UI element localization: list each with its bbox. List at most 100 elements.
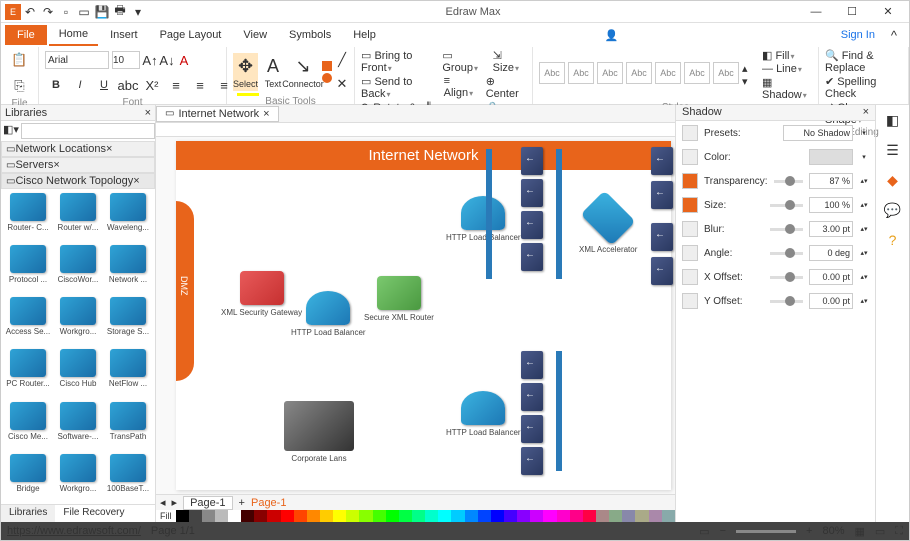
library-item[interactable]: Bridge: [5, 454, 51, 500]
doc-close-icon[interactable]: ×: [263, 108, 269, 120]
page-tab-1b[interactable]: Page-1: [251, 497, 286, 509]
save-icon[interactable]: 💾: [93, 3, 111, 21]
text-tool[interactable]: AText: [262, 53, 284, 91]
library-item[interactable]: Access Se...: [5, 297, 51, 343]
redo-icon[interactable]: ↷: [39, 3, 57, 21]
page-tab-1[interactable]: Page-1: [183, 496, 232, 510]
tool-theme-icon[interactable]: ◆: [882, 169, 904, 191]
library-item[interactable]: Protocol ...: [5, 245, 51, 291]
spell-button[interactable]: ✔ Spelling Check: [825, 75, 902, 100]
library-search-input[interactable]: [21, 123, 155, 139]
library-item[interactable]: TransPath: [105, 402, 151, 448]
yoffset-slider[interactable]: [770, 300, 803, 303]
view-mode-2-icon[interactable]: ▭: [875, 525, 885, 538]
group-button[interactable]: ▭ Group▾: [442, 49, 484, 74]
angle-icon[interactable]: [682, 245, 698, 261]
sendback-button[interactable]: ▭ Send to Back▾: [361, 75, 436, 100]
bringfront-button[interactable]: ▭ Bring to Front▾: [361, 49, 434, 74]
style-7[interactable]: Abc: [713, 62, 739, 84]
view-mode-3-icon[interactable]: ⛶: [895, 525, 903, 538]
node-http-lb-3[interactable]: HTTP Load Balancer: [446, 391, 521, 437]
node-xml-security-gateway[interactable]: XML Security Gateway: [221, 271, 302, 317]
shadow-button[interactable]: ▦ Shadow▾: [762, 76, 812, 101]
font-color-icon[interactable]: A: [177, 49, 191, 71]
zoom-in-icon[interactable]: +: [806, 525, 812, 537]
category-cisco-topology[interactable]: ▭ Cisco Network Topology×: [1, 173, 155, 189]
style-scroll[interactable]: ▴▾: [742, 62, 754, 88]
pagelayout-menu[interactable]: Page Layout: [150, 25, 232, 45]
node-corporate-lans[interactable]: Corporate Lans: [284, 401, 354, 463]
server-c3[interactable]: [521, 415, 543, 443]
print-icon[interactable]: 🖶: [111, 3, 129, 21]
xoffset-input[interactable]: [809, 269, 853, 285]
server-c4[interactable]: [521, 447, 543, 475]
status-fit-icon[interactable]: ▭: [699, 525, 709, 538]
style-4[interactable]: Abc: [626, 62, 652, 84]
increase-font-icon[interactable]: A↑: [143, 49, 157, 71]
open-icon[interactable]: ▭: [75, 3, 93, 21]
qat-dropdown-icon[interactable]: ▾: [129, 3, 147, 21]
node-xml-accelerator[interactable]: XML Accelerator: [579, 201, 637, 254]
blur-slider[interactable]: [770, 228, 803, 231]
font-family-select[interactable]: [45, 51, 109, 69]
minimize-button[interactable]: ―: [799, 1, 833, 23]
yoffset-icon[interactable]: [682, 293, 698, 309]
library-item[interactable]: NetFlow ...: [105, 349, 151, 395]
library-item[interactable]: Software-...: [55, 402, 101, 448]
strike-icon[interactable]: abc: [117, 74, 139, 96]
shape-circle-icon[interactable]: [322, 73, 332, 83]
new-icon[interactable]: ▫: [57, 3, 75, 21]
tool-prop-icon[interactable]: ◧: [882, 109, 904, 131]
file-menu[interactable]: File: [5, 25, 47, 45]
shape-line-icon[interactable]: ╱: [336, 49, 348, 71]
library-item[interactable]: Storage S...: [105, 297, 151, 343]
blur-icon[interactable]: [682, 221, 698, 237]
tool-comment-icon[interactable]: 💬: [882, 199, 904, 221]
find-button[interactable]: 🔍 Find & Replace: [825, 49, 902, 74]
font-size-select[interactable]: [112, 51, 140, 69]
transparency-icon[interactable]: [682, 173, 698, 189]
view-menu[interactable]: View: [233, 25, 277, 45]
color-icon[interactable]: [682, 149, 698, 165]
help-menu[interactable]: Help: [343, 25, 386, 45]
add-page-icon[interactable]: +: [239, 497, 245, 509]
library-item[interactable]: Workgro...: [55, 297, 101, 343]
style-6[interactable]: Abc: [684, 62, 710, 84]
view-mode-1-icon[interactable]: ▦: [854, 525, 864, 538]
tool-help-icon[interactable]: ?: [882, 229, 904, 251]
line-button[interactable]: — Line▾: [762, 63, 812, 75]
libraries-close-icon[interactable]: ×: [145, 107, 151, 119]
center-button[interactable]: ⊕ Center: [486, 75, 526, 100]
node-http-lb-1[interactable]: HTTP Load Balancer: [291, 291, 366, 337]
connector-tool[interactable]: ↘Connector: [288, 53, 318, 91]
undo-icon[interactable]: ↶: [21, 3, 39, 21]
signin-link[interactable]: Sign In: [841, 29, 875, 41]
select-tool[interactable]: ✥Select: [233, 53, 258, 91]
library-item[interactable]: Workgro...: [55, 454, 101, 500]
color-bar[interactable]: [176, 510, 676, 522]
library-item[interactable]: PC Router...: [5, 349, 51, 395]
align-button[interactable]: ≡ Align▾: [444, 75, 478, 100]
bold-icon[interactable]: B: [45, 74, 67, 96]
size-button[interactable]: ⇲ Size▾: [493, 49, 526, 74]
zoom-out-icon[interactable]: −: [720, 525, 726, 537]
zoom-slider[interactable]: [736, 530, 796, 533]
yoffset-input[interactable]: [809, 293, 853, 309]
bullets-icon[interactable]: ≡: [165, 74, 187, 96]
server-b4[interactable]: [651, 257, 673, 285]
close-button[interactable]: ✕: [871, 1, 905, 23]
node-secure-xml-router[interactable]: Secure XML Router: [364, 276, 434, 322]
library-add-icon[interactable]: ◧▾: [3, 123, 19, 139]
maximize-button[interactable]: ☐: [835, 1, 869, 23]
status-url[interactable]: https://www.edrawsoft.com/: [7, 525, 141, 537]
server-b3[interactable]: [651, 223, 673, 251]
blur-input[interactable]: [809, 221, 853, 237]
angle-slider[interactable]: [770, 252, 803, 255]
server-b2[interactable]: [651, 181, 673, 209]
copy-icon[interactable]: ⎘: [9, 75, 31, 97]
shadow-close-icon[interactable]: ×: [863, 106, 869, 119]
library-item[interactable]: CiscoWor...: [55, 245, 101, 291]
style-5[interactable]: Abc: [655, 62, 681, 84]
paste-icon[interactable]: 📋: [9, 49, 31, 71]
library-item[interactable]: Cisco Me...: [5, 402, 51, 448]
